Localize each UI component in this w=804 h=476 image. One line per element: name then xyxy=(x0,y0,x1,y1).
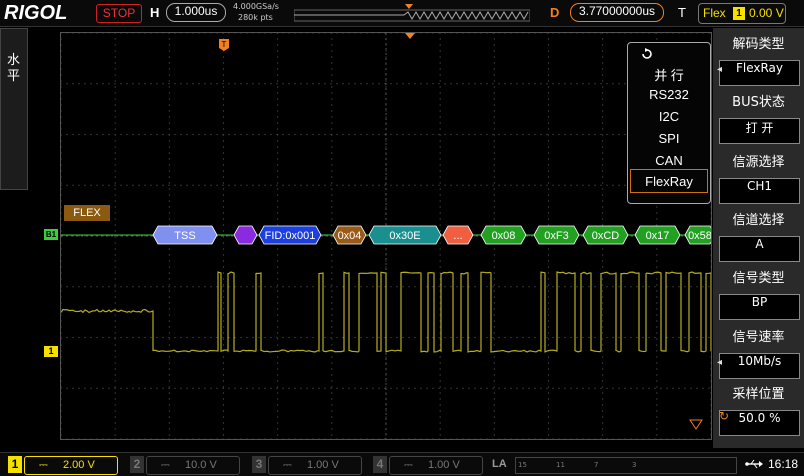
sample-rate: 4.000GSa/s xyxy=(233,2,279,11)
horizontal-label: H xyxy=(150,5,159,20)
run-stop-indicator[interactable]: STOP xyxy=(96,4,142,23)
right-menu-item-3[interactable]: 信道选择 A xyxy=(715,209,802,265)
trigger-level-arrow-icon xyxy=(689,419,703,431)
waveform-area[interactable]: TSS FID:0x001 0x04 0x30E... 0x08 0xF3 0xCD 0x17… xyxy=(60,32,712,440)
right-menu-value[interactable]: 打 开 xyxy=(719,118,800,144)
right-menu-title: 信道选择 xyxy=(715,209,802,233)
delay-value[interactable]: 3.77000000us xyxy=(570,3,664,22)
right-menu-value[interactable]: BP xyxy=(719,294,800,320)
right-menu-item-1[interactable]: BUS状态打 开 xyxy=(715,91,802,147)
right-menu-title: 信源选择 xyxy=(715,151,802,175)
ch3-scale: 1.00 V xyxy=(307,457,339,474)
la-label[interactable]: LA xyxy=(492,456,514,473)
ch1-scale: 2.00 V xyxy=(63,457,95,474)
right-menu-value[interactable]: 50.0 % xyxy=(719,410,800,436)
adjust-arrow-icon: ◂ xyxy=(717,357,722,368)
trigger-level: 0.00 V xyxy=(749,6,784,20)
right-menu-title: 解码类型 xyxy=(715,33,802,57)
center-marker-icon xyxy=(405,33,415,40)
channel-bar: 1 ⎓ 2.00 V 2 ⎓ 10.0 V 3 ⎓ 1.00 V 4 ⎓ 1.0… xyxy=(0,452,804,476)
right-menu-value[interactable]: CH1 xyxy=(719,178,800,204)
decode-packet xyxy=(234,226,257,244)
svg-text:T: T xyxy=(222,40,227,49)
decode-type-menu[interactable]: 并 行 RS232 I2C SPI CAN FlexRay xyxy=(627,42,711,204)
right-menu-item-4[interactable]: 信号类型 BP xyxy=(715,267,802,323)
ch4-scale: 1.00 V xyxy=(428,457,460,474)
ch1-marker[interactable]: 1 xyxy=(44,346,58,357)
bus-label: FLEX xyxy=(64,205,110,221)
decode-packet-label: 0x17 xyxy=(646,230,670,242)
right-menu-title: BUS状态 xyxy=(715,91,802,115)
waveform-svg: TSS FID:0x001 0x04 0x30E... 0x08 0xF3 0xCD 0x17… xyxy=(61,33,711,439)
trigger-status[interactable]: Flex 1 0.00 V xyxy=(698,3,786,24)
la-channel-strip[interactable]: 15 11 7 3 xyxy=(515,457,737,474)
rotate-knob-icon xyxy=(640,47,654,61)
status-bar: RIGOL STOP H 1.000us 4.000GSa/s 280k pts… xyxy=(0,0,804,27)
la-tick-3: 3 xyxy=(632,461,636,469)
ch1-trace xyxy=(61,272,711,352)
ch3-badge[interactable]: 3 xyxy=(252,456,266,473)
timebase-value[interactable]: 1.000us xyxy=(166,3,226,22)
horizontal-menu-tab[interactable]: 水平 xyxy=(0,28,28,190)
decode-packet-label: 0x08 xyxy=(492,230,516,242)
menu-item-parallel[interactable]: 并 行 xyxy=(628,65,710,84)
right-menu-title: 信号类型 xyxy=(715,267,802,291)
decode-packet-label: 0xCD xyxy=(592,230,620,242)
trigger-position-icon: T xyxy=(218,38,230,52)
la-tick-15: 15 xyxy=(518,461,527,469)
ch4-scale-box[interactable]: ⎓ 1.00 V xyxy=(389,456,483,475)
right-menu-title: 信号速率 xyxy=(715,326,802,350)
la-tick-7: 7 xyxy=(594,461,598,469)
right-menu-item-0[interactable]: 解码类型 FlexRay ◂ xyxy=(715,33,802,89)
clock: 16:18 xyxy=(768,457,798,471)
decode-packet-label: TSS xyxy=(174,230,195,242)
memory-overview-icon xyxy=(294,3,530,23)
right-menu-value[interactable]: 10Mb/s xyxy=(719,353,800,379)
decode-packet-label: ... xyxy=(453,230,462,242)
usb-icon xyxy=(745,458,763,470)
decode-packet-label: 0x04 xyxy=(338,230,362,242)
menu-item-rs232[interactable]: RS232 xyxy=(628,87,710,102)
bus-marker[interactable]: B1 xyxy=(44,229,58,240)
ch4-badge[interactable]: 4 xyxy=(373,456,387,473)
ch2-scale-box[interactable]: ⎓ 10.0 V xyxy=(146,456,240,475)
menu-item-spi[interactable]: SPI xyxy=(628,131,710,146)
ch3-scale-box[interactable]: ⎓ 1.00 V xyxy=(268,456,362,475)
right-menu-item-2[interactable]: 信源选择 CH1 xyxy=(715,151,802,207)
la-tick-11: 11 xyxy=(556,461,565,469)
decode-packets: TSS FID:0x001 0x04 0x30E... 0x08 0xF3 0xCD 0x17… xyxy=(153,226,711,244)
decode-packet-label: 0x30E xyxy=(389,230,420,242)
rotate-knob-icon: ↻ xyxy=(719,409,729,423)
trigger-label: T xyxy=(678,5,686,20)
decode-packet-label: FID:0x001 xyxy=(265,230,316,242)
delay-label: D xyxy=(550,5,559,20)
brand-logo: RIGOL xyxy=(4,2,67,25)
ch2-badge[interactable]: 2 xyxy=(130,456,144,473)
horizontal-tab-label: 水平 xyxy=(7,53,21,85)
right-menu-item-5[interactable]: 信号速率 10Mb/s ◂ xyxy=(715,326,802,382)
ch1-scale-box[interactable]: ⎓ 2.00 V xyxy=(24,456,118,475)
right-menu-value[interactable]: A xyxy=(719,236,800,262)
right-menu-value[interactable]: FlexRay xyxy=(719,60,800,86)
menu-item-i2c[interactable]: I2C xyxy=(628,109,710,124)
right-menu-item-6[interactable]: 采样位置 50.0 % ↻ xyxy=(715,383,802,439)
menu-item-flexray[interactable]: FlexRay xyxy=(628,174,710,189)
ch2-scale: 10.0 V xyxy=(185,457,217,474)
memory-depth: 280k pts xyxy=(238,13,273,22)
decode-packet-label: 0xF3 xyxy=(544,230,568,242)
menu-item-can[interactable]: CAN xyxy=(628,153,710,168)
decode-packet-label: 0x58 xyxy=(688,230,711,242)
ch1-badge[interactable]: 1 xyxy=(8,456,22,473)
trigger-type: Flex xyxy=(703,6,726,20)
right-menu-title: 采样位置 xyxy=(715,383,802,407)
trigger-channel-badge: 1 xyxy=(733,7,745,20)
adjust-arrow-icon: ◂ xyxy=(717,64,722,75)
